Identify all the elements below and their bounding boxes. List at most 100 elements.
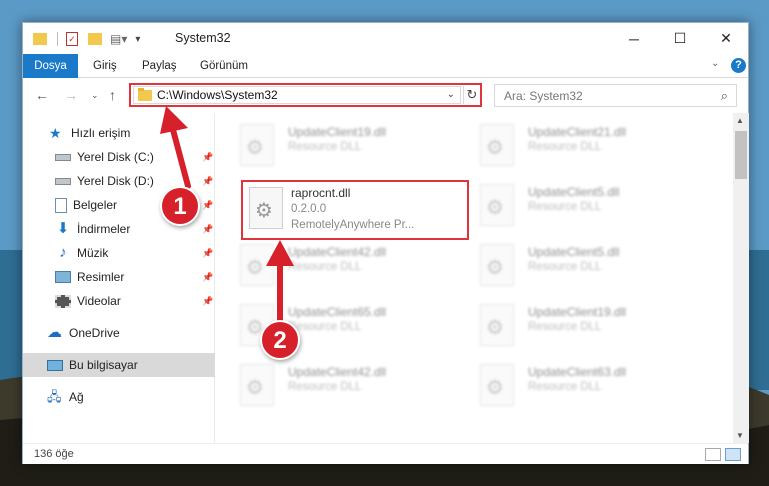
pin-icon[interactable]: 📌 [202,176,213,187]
sidebar-item-music[interactable]: ♪ Müzik 📌 [23,241,215,265]
sidebar-item-pictures[interactable]: Resimler 📌 [23,265,215,289]
file-item[interactable]: UpdateClient42.dll Resource DLL [240,361,460,419]
scrollbar-thumb[interactable] [735,131,747,179]
file-description: Resource DLL [528,261,602,273]
pin-icon[interactable]: 📌 [202,272,213,283]
file-description: Resource DLL [288,321,362,333]
sidebar-item-this-pc[interactable]: Bu bilgisayar [23,353,215,377]
file-description: Resource DLL [528,141,602,153]
navigation-bar: ← → ⌄ ↑ C:\Windows\System32 ⌄ ↻ Ara: Sys… [23,79,748,111]
file-name: UpdateClient63.dll [528,365,627,379]
address-bar[interactable]: C:\Windows\System32 ⌄ [133,86,461,104]
tab-file[interactable]: Dosya [23,54,78,78]
tab-share[interactable]: Paylaş [132,54,187,78]
file-description: RemotelyAnywhere Pr... [291,219,415,231]
view-options-icon[interactable]: ▤▾ [110,32,127,46]
file-item[interactable]: UpdateClient21.dll Resource DLL [480,121,700,179]
file-name: UpdateClient19.dll [288,125,387,139]
dll-file-icon [480,124,514,166]
up-arrow-icon[interactable]: ↑ [109,87,116,103]
download-icon: ⬇ [56,220,70,237]
cloud-icon: ☁ [47,324,62,341]
dll-file-icon [480,184,514,226]
chevron-down-icon[interactable]: ⌄ [447,89,455,100]
file-description: Resource DLL [528,321,602,333]
pin-icon[interactable]: 📌 [202,296,213,307]
help-icon[interactable]: ? [731,58,746,73]
file-item[interactable]: UpdateClient19.dll Resource DLL [480,301,700,359]
file-name: raprocnt.dll [291,186,351,200]
tab-home[interactable]: Giriş [83,54,127,78]
file-list: UpdateClient19.dll Resource DLL raprocnt… [216,113,731,443]
dll-file-icon [480,244,514,286]
file-description: Resource DLL [528,201,602,213]
sidebar-item-label: Müzik [77,246,109,260]
sidebar-item-label: Videolar [77,294,121,308]
sidebar-item-label: Ağ [69,390,84,404]
pin-icon[interactable]: 📌 [202,224,213,235]
sidebar-item-label: OneDrive [69,326,120,340]
window-title: System32 [175,31,231,45]
pin-icon[interactable]: 📌 [202,152,213,163]
file-description: Resource DLL [288,261,362,273]
forward-arrow-icon[interactable]: → [64,87,78,103]
file-item-highlighted[interactable]: raprocnt.dll 0.2.0.0 RemotelyAnywhere Pr… [241,180,469,240]
file-description: Resource DLL [528,381,602,393]
refresh-icon[interactable]: ↻ [463,86,480,104]
file-name: UpdateClient19.dll [528,305,627,319]
sidebar-item-quick-access[interactable]: ★ Hızlı erişim [23,121,215,145]
sidebar-item-videos[interactable]: Videolar 📌 [23,289,215,313]
file-description: Resource DLL [288,381,362,393]
file-name: UpdateClient5.dll [528,185,620,199]
sidebar-item-label: Belgeler [73,198,118,212]
folder-icon[interactable] [33,33,47,45]
music-icon: ♪ [59,244,67,261]
close-button[interactable]: ✕ [703,23,749,54]
file-name: UpdateClient65.dll [288,305,387,319]
scroll-up-icon[interactable]: ▲ [736,116,744,125]
minimize-button[interactable]: ─ [611,23,657,54]
file-item[interactable]: UpdateClient63.dll Resource DLL [480,361,700,419]
title-bar: ✓ ▤▾ ▾ System32 ─ ☐ ✕ [23,23,748,54]
dll-file-icon [480,364,514,406]
file-item[interactable]: UpdateClient5.dll Resource DLL [480,241,700,299]
dll-file-icon [480,304,514,346]
sidebar-item-onedrive[interactable]: ☁ OneDrive [23,321,215,345]
file-item[interactable]: UpdateClient19.dll Resource DLL [240,121,460,179]
file-item[interactable]: UpdateClient5.dll Resource DLL [480,181,700,239]
search-icon[interactable]: ⌕ [721,88,728,104]
expand-ribbon-icon[interactable]: ⌄ [711,58,719,69]
drive-icon [55,177,71,185]
sidebar-item-label: Bu bilgisayar [69,358,138,372]
file-name: UpdateClient5.dll [528,245,620,259]
address-path[interactable]: C:\Windows\System32 [157,88,278,102]
drive-icon [55,153,71,161]
sidebar-item-drive-c[interactable]: Yerel Disk (C:) 📌 [23,145,215,169]
details-view-icon[interactable] [705,448,721,461]
recent-locations-icon[interactable]: ⌄ [91,90,99,101]
file-name: UpdateClient21.dll [528,125,627,139]
new-folder-icon[interactable] [88,33,102,45]
dll-file-icon [240,364,274,406]
sidebar-item-label: Resimler [77,270,125,284]
scroll-down-icon[interactable]: ▼ [736,431,744,440]
file-item[interactable]: UpdateClient42.dll Resource DLL [240,241,460,299]
customize-toolbar-icon[interactable]: ▾ [135,34,140,45]
properties-icon[interactable]: ✓ [66,32,78,46]
address-bar-highlight: C:\Windows\System32 ⌄ ↻ [129,83,482,107]
documents-icon [55,197,67,213]
step-badge-1: 1 [160,186,200,226]
pin-icon[interactable]: 📌 [202,200,213,211]
navigation-pane: ★ Hızlı erişim Yerel Disk (C:) 📌 Yerel D… [23,113,215,443]
file-version: 0.2.0.0 [291,203,327,215]
sidebar-item-network[interactable]: 🖧 Ağ [23,385,215,409]
tab-view[interactable]: Görünüm [190,54,258,78]
search-placeholder: Ara: System32 [504,88,583,103]
maximize-button[interactable]: ☐ [657,23,703,54]
vertical-scrollbar[interactable]: ▲ ▼ [733,113,749,443]
pin-icon[interactable]: 📌 [202,248,213,259]
back-arrow-icon[interactable]: ← [35,87,49,103]
search-input[interactable]: Ara: System32 ⌕ [494,84,737,107]
network-icon: 🖧 [47,389,62,404]
large-icons-view-icon[interactable] [725,448,741,461]
